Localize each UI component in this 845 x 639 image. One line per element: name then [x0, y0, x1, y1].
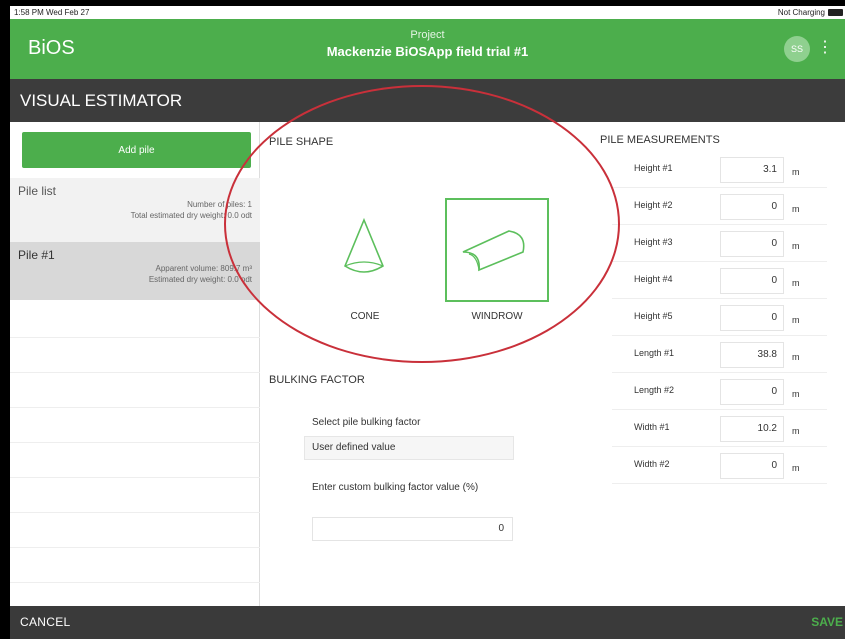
status-time: 1:58 PM Wed Feb 27 — [14, 8, 90, 17]
measurement-row-height-5: Height #5 0 m — [612, 302, 827, 336]
custom-bulking-label: Enter custom bulking factor value (%) — [312, 482, 479, 493]
measurement-row-length-1: Length #1 38.8 m — [612, 339, 827, 373]
ipad-screen: 1:58 PM Wed Feb 27 Not Charging BiOS Pro… — [10, 6, 845, 639]
measurement-row-height-3: Height #3 0 m — [612, 228, 827, 262]
measurement-input[interactable]: 10.2 — [720, 416, 784, 442]
measurement-input[interactable]: 0 — [720, 379, 784, 405]
measurement-unit: m — [792, 426, 800, 436]
measurement-row-height-1: Height #1 3.1 m — [612, 154, 827, 188]
status-bar: 1:58 PM Wed Feb 27 Not Charging — [10, 6, 845, 19]
measurement-unit: m — [792, 241, 800, 251]
bulking-factor-heading: BULKING FACTOR — [269, 374, 365, 386]
pile-measurements-heading: PILE MEASUREMENTS — [600, 134, 720, 146]
list-divider — [10, 372, 260, 373]
pile-list-panel: Add pile Pile list Number of piles: 1 To… — [10, 122, 260, 606]
list-divider — [10, 547, 260, 548]
pile-item-title: Pile #1 — [18, 248, 55, 262]
pile-list-summary[interactable]: Pile list Number of piles: 1 Total estim… — [10, 178, 260, 242]
measurement-label: Length #2 — [634, 385, 675, 395]
measurement-unit: m — [792, 315, 800, 325]
app-bar: BiOS Project Mackenzie BiOSApp field tri… — [10, 19, 845, 79]
measurement-unit: m — [792, 204, 800, 214]
pile-measurements-panel: PILE MEASUREMENTS Height #1 3.1 m Height… — [596, 122, 845, 606]
cancel-button[interactable]: CANCEL — [20, 615, 70, 629]
save-button[interactable]: SAVE — [811, 615, 843, 629]
battery-icon — [828, 9, 843, 16]
status-network: Not Charging — [777, 8, 825, 17]
measurement-input[interactable]: 3.1 — [720, 157, 784, 183]
measurement-label: Width #1 — [634, 422, 670, 432]
project-name: Mackenzie BiOSApp field trial #1 — [326, 44, 529, 59]
measurement-row-width-2: Width #2 0 m — [612, 450, 827, 484]
measurement-unit: m — [792, 463, 800, 473]
measurement-label: Height #3 — [634, 237, 673, 247]
list-divider — [10, 407, 260, 408]
more-menu-icon[interactable]: ⋮ — [817, 37, 833, 59]
list-divider — [10, 512, 260, 513]
measurement-input[interactable]: 38.8 — [720, 342, 784, 368]
avatar[interactable]: SS — [784, 36, 810, 62]
measurement-input[interactable]: 0 — [720, 231, 784, 257]
measurement-input[interactable]: 0 — [720, 453, 784, 479]
measurement-row-height-2: Height #2 0 m — [612, 191, 827, 225]
bulking-factor-select[interactable]: User defined value — [304, 436, 514, 460]
measurement-label: Height #1 — [634, 163, 673, 173]
project-header: Project Mackenzie BiOSApp field trial #1 — [10, 29, 845, 59]
measurement-unit: m — [792, 352, 800, 362]
measurement-label: Width #2 — [634, 459, 670, 469]
measurement-label: Height #4 — [634, 274, 673, 284]
list-divider — [10, 582, 260, 583]
red-annotation-circle — [224, 85, 620, 363]
measurement-row-width-1: Width #1 10.2 m — [612, 413, 827, 447]
measurement-unit: m — [792, 278, 800, 288]
measurement-label: Height #5 — [634, 311, 673, 321]
measurement-row-length-2: Length #2 0 m — [612, 376, 827, 410]
total-dry-weight: Total estimated dry weight: 0.0 odt — [130, 211, 252, 220]
measurement-unit: m — [792, 389, 800, 399]
bottom-bar: CANCEL SAVE — [10, 606, 845, 639]
measurement-label: Height #2 — [634, 200, 673, 210]
measurement-row-height-4: Height #4 0 m — [612, 265, 827, 299]
number-of-piles: Number of piles: 1 — [187, 200, 252, 209]
measurement-input[interactable]: 0 — [720, 268, 784, 294]
project-label: Project — [410, 29, 445, 41]
pile-apparent-volume: Apparent volume: 809.7 m³ — [155, 264, 253, 273]
list-divider — [10, 477, 260, 478]
measurement-label: Length #1 — [634, 348, 675, 358]
list-divider — [10, 337, 260, 338]
measurement-unit: m — [792, 167, 800, 177]
add-pile-button[interactable]: Add pile — [22, 132, 251, 168]
pile-list-title: Pile list — [18, 184, 57, 198]
pile-item-1[interactable]: Pile #1 Apparent volume: 809.7 m³ Estima… — [10, 242, 260, 300]
measurement-input[interactable]: 0 — [720, 305, 784, 331]
measurement-input[interactable]: 0 — [720, 194, 784, 220]
pile-estimated-dry-weight: Estimated dry weight: 0.0 odt — [148, 275, 252, 284]
bulking-factor-select-label: Select pile bulking factor — [312, 417, 421, 428]
list-divider — [10, 442, 260, 443]
custom-bulking-input[interactable]: 0 — [312, 517, 513, 541]
